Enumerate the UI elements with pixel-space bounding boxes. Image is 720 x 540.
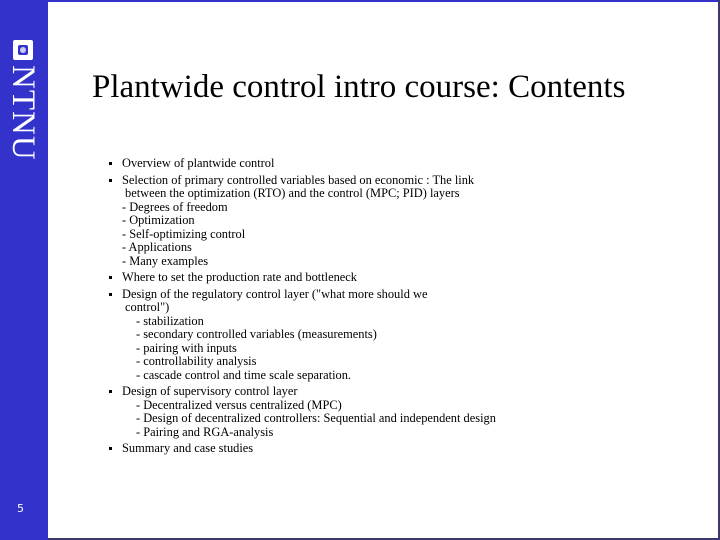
list-item-text: Where to set the production rate and bot… [122,270,357,284]
list-item: Design of the regulatory control layer (… [109,286,672,383]
list-item-text: Design of the regulatory control layer (… [122,286,428,301]
sub-item-text: - controllability analysis [136,354,257,368]
bullet-icon [109,390,112,393]
list-item-text: between the optimization (RTO) and the c… [125,186,460,200]
contents-list: Overview of plantwide control Selection o… [109,156,672,459]
sub-item-text: - Decentralized versus centralized (MPC) [136,397,342,412]
list-item-text: Selection of primary controlled variable… [122,172,475,187]
bullet-icon [109,162,112,165]
list-item: Overview of plantwide control [109,156,672,171]
page-number: 5 [17,502,24,515]
logo-text: NTNU [5,65,41,161]
sub-item-text: - cascade control and time scale separat… [136,367,352,382]
bullet-icon [109,178,112,182]
sub-item-text: - Design of decentralized controllers: S… [136,411,496,425]
list-item: Where to set the production rate and bot… [109,270,672,285]
sub-item-text: - Optimization [122,213,195,227]
list-item: Summary and case studies [109,441,672,456]
list-item-text: Summary and case studies [122,441,254,455]
bullet-icon [109,447,112,450]
sub-item-text: - stabilization [136,313,204,328]
ntnu-logo-icon [13,40,33,60]
sub-item-text: - Many examples [122,253,209,268]
top-border [48,0,720,2]
sidebar: NTNU 5 [0,0,48,540]
sub-item-text: - Self-optimizing control [122,226,246,241]
list-item-text: Overview of plantwide control [122,156,275,170]
sub-item-text: - Degrees of freedom [122,199,228,214]
slide: NTNU 5 Plantwide control intro course: C… [0,0,720,540]
slide-title: Plantwide control intro course: Contents [92,69,626,105]
bullet-icon [109,292,112,296]
sub-item-text: - secondary controlled variables (measur… [136,327,377,341]
sub-item-text: - pairing with inputs [136,340,237,355]
list-item-text: Design of supervisory control layer [122,384,298,398]
list-item: Selection of primary controlled variable… [109,172,672,269]
list-item-text: control") [125,300,170,314]
sub-item-text: - Applications [122,240,192,254]
sub-item-text: - Pairing and RGA-analysis [136,424,274,439]
list-item: Design of supervisory control layer - Dec… [109,384,672,439]
bullet-icon [109,276,112,279]
